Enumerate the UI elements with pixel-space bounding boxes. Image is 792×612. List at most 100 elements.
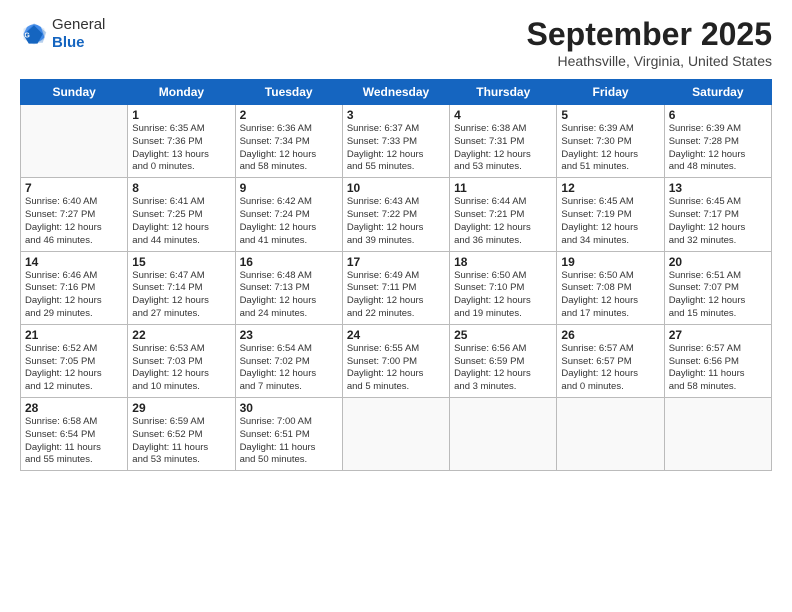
calendar-cell: 4Sunrise: 6:38 AM Sunset: 7:31 PM Daylig… xyxy=(450,105,557,178)
calendar-cell: 11Sunrise: 6:44 AM Sunset: 7:21 PM Dayli… xyxy=(450,178,557,251)
weekday-header: Tuesday xyxy=(235,80,342,105)
day-info: Sunrise: 6:44 AM Sunset: 7:21 PM Dayligh… xyxy=(454,196,552,247)
calendar-cell: 10Sunrise: 6:43 AM Sunset: 7:22 PM Dayli… xyxy=(342,178,449,251)
svg-text:G: G xyxy=(24,33,30,40)
day-number: 13 xyxy=(669,181,767,195)
day-info: Sunrise: 6:38 AM Sunset: 7:31 PM Dayligh… xyxy=(454,123,552,174)
calendar-cell: 30Sunrise: 7:00 AM Sunset: 6:51 PM Dayli… xyxy=(235,398,342,471)
calendar-week-row: 1Sunrise: 6:35 AM Sunset: 7:36 PM Daylig… xyxy=(21,105,772,178)
calendar-cell: 17Sunrise: 6:49 AM Sunset: 7:11 PM Dayli… xyxy=(342,251,449,324)
logo: G General Blue xyxy=(20,16,105,52)
day-info: Sunrise: 6:59 AM Sunset: 6:52 PM Dayligh… xyxy=(132,416,230,467)
calendar-cell: 22Sunrise: 6:53 AM Sunset: 7:03 PM Dayli… xyxy=(128,324,235,397)
calendar-cell: 26Sunrise: 6:57 AM Sunset: 6:57 PM Dayli… xyxy=(557,324,664,397)
day-number: 4 xyxy=(454,108,552,122)
calendar-cell: 19Sunrise: 6:50 AM Sunset: 7:08 PM Dayli… xyxy=(557,251,664,324)
day-info: Sunrise: 6:39 AM Sunset: 7:30 PM Dayligh… xyxy=(561,123,659,174)
day-number: 21 xyxy=(25,328,123,342)
day-number: 20 xyxy=(669,255,767,269)
calendar-cell: 6Sunrise: 6:39 AM Sunset: 7:28 PM Daylig… xyxy=(664,105,771,178)
location: Heathsville, Virginia, United States xyxy=(527,53,772,69)
calendar-cell: 23Sunrise: 6:54 AM Sunset: 7:02 PM Dayli… xyxy=(235,324,342,397)
day-info: Sunrise: 6:47 AM Sunset: 7:14 PM Dayligh… xyxy=(132,270,230,321)
calendar-cell: 28Sunrise: 6:58 AM Sunset: 6:54 PM Dayli… xyxy=(21,398,128,471)
day-info: Sunrise: 7:00 AM Sunset: 6:51 PM Dayligh… xyxy=(240,416,338,467)
day-number: 11 xyxy=(454,181,552,195)
header: G General Blue September 2025 Heathsvill… xyxy=(20,16,772,69)
day-number: 10 xyxy=(347,181,445,195)
day-number: 15 xyxy=(132,255,230,269)
day-number: 18 xyxy=(454,255,552,269)
day-number: 5 xyxy=(561,108,659,122)
day-number: 24 xyxy=(347,328,445,342)
calendar-header-row: SundayMondayTuesdayWednesdayThursdayFrid… xyxy=(21,80,772,105)
weekday-header: Friday xyxy=(557,80,664,105)
calendar-cell: 3Sunrise: 6:37 AM Sunset: 7:33 PM Daylig… xyxy=(342,105,449,178)
calendar-cell: 20Sunrise: 6:51 AM Sunset: 7:07 PM Dayli… xyxy=(664,251,771,324)
weekday-header: Saturday xyxy=(664,80,771,105)
calendar-cell: 16Sunrise: 6:48 AM Sunset: 7:13 PM Dayli… xyxy=(235,251,342,324)
day-info: Sunrise: 6:57 AM Sunset: 6:56 PM Dayligh… xyxy=(669,343,767,394)
day-number: 23 xyxy=(240,328,338,342)
weekday-header: Monday xyxy=(128,80,235,105)
logo-icon: G xyxy=(20,20,48,48)
calendar-table: SundayMondayTuesdayWednesdayThursdayFrid… xyxy=(20,79,772,471)
day-info: Sunrise: 6:49 AM Sunset: 7:11 PM Dayligh… xyxy=(347,270,445,321)
day-number: 1 xyxy=(132,108,230,122)
day-number: 27 xyxy=(669,328,767,342)
month-title: September 2025 xyxy=(527,16,772,53)
day-info: Sunrise: 6:45 AM Sunset: 7:19 PM Dayligh… xyxy=(561,196,659,247)
day-info: Sunrise: 6:50 AM Sunset: 7:10 PM Dayligh… xyxy=(454,270,552,321)
day-info: Sunrise: 6:39 AM Sunset: 7:28 PM Dayligh… xyxy=(669,123,767,174)
day-number: 22 xyxy=(132,328,230,342)
calendar-cell xyxy=(342,398,449,471)
day-number: 12 xyxy=(561,181,659,195)
day-info: Sunrise: 6:41 AM Sunset: 7:25 PM Dayligh… xyxy=(132,196,230,247)
calendar-cell: 8Sunrise: 6:41 AM Sunset: 7:25 PM Daylig… xyxy=(128,178,235,251)
calendar-cell: 12Sunrise: 6:45 AM Sunset: 7:19 PM Dayli… xyxy=(557,178,664,251)
weekday-header: Wednesday xyxy=(342,80,449,105)
day-info: Sunrise: 6:53 AM Sunset: 7:03 PM Dayligh… xyxy=(132,343,230,394)
day-info: Sunrise: 6:57 AM Sunset: 6:57 PM Dayligh… xyxy=(561,343,659,394)
day-number: 8 xyxy=(132,181,230,195)
calendar-cell: 25Sunrise: 6:56 AM Sunset: 6:59 PM Dayli… xyxy=(450,324,557,397)
day-number: 25 xyxy=(454,328,552,342)
calendar-cell xyxy=(450,398,557,471)
day-number: 9 xyxy=(240,181,338,195)
day-number: 2 xyxy=(240,108,338,122)
day-info: Sunrise: 6:42 AM Sunset: 7:24 PM Dayligh… xyxy=(240,196,338,247)
calendar-cell xyxy=(557,398,664,471)
page: G General Blue September 2025 Heathsvill… xyxy=(0,0,792,612)
day-number: 26 xyxy=(561,328,659,342)
calendar-week-row: 28Sunrise: 6:58 AM Sunset: 6:54 PM Dayli… xyxy=(21,398,772,471)
weekday-header: Sunday xyxy=(21,80,128,105)
day-number: 16 xyxy=(240,255,338,269)
calendar-cell: 18Sunrise: 6:50 AM Sunset: 7:10 PM Dayli… xyxy=(450,251,557,324)
calendar-cell: 9Sunrise: 6:42 AM Sunset: 7:24 PM Daylig… xyxy=(235,178,342,251)
calendar-cell: 14Sunrise: 6:46 AM Sunset: 7:16 PM Dayli… xyxy=(21,251,128,324)
day-info: Sunrise: 6:46 AM Sunset: 7:16 PM Dayligh… xyxy=(25,270,123,321)
day-number: 28 xyxy=(25,401,123,415)
day-number: 6 xyxy=(669,108,767,122)
day-info: Sunrise: 6:55 AM Sunset: 7:00 PM Dayligh… xyxy=(347,343,445,394)
day-info: Sunrise: 6:54 AM Sunset: 7:02 PM Dayligh… xyxy=(240,343,338,394)
calendar-cell: 29Sunrise: 6:59 AM Sunset: 6:52 PM Dayli… xyxy=(128,398,235,471)
day-number: 17 xyxy=(347,255,445,269)
day-number: 3 xyxy=(347,108,445,122)
day-info: Sunrise: 6:58 AM Sunset: 6:54 PM Dayligh… xyxy=(25,416,123,467)
calendar-week-row: 21Sunrise: 6:52 AM Sunset: 7:05 PM Dayli… xyxy=(21,324,772,397)
calendar-cell: 15Sunrise: 6:47 AM Sunset: 7:14 PM Dayli… xyxy=(128,251,235,324)
calendar-week-row: 7Sunrise: 6:40 AM Sunset: 7:27 PM Daylig… xyxy=(21,178,772,251)
calendar-cell: 21Sunrise: 6:52 AM Sunset: 7:05 PM Dayli… xyxy=(21,324,128,397)
calendar-week-row: 14Sunrise: 6:46 AM Sunset: 7:16 PM Dayli… xyxy=(21,251,772,324)
logo-text: General Blue xyxy=(52,16,105,52)
day-info: Sunrise: 6:43 AM Sunset: 7:22 PM Dayligh… xyxy=(347,196,445,247)
day-info: Sunrise: 6:35 AM Sunset: 7:36 PM Dayligh… xyxy=(132,123,230,174)
day-info: Sunrise: 6:50 AM Sunset: 7:08 PM Dayligh… xyxy=(561,270,659,321)
day-info: Sunrise: 6:45 AM Sunset: 7:17 PM Dayligh… xyxy=(669,196,767,247)
day-number: 29 xyxy=(132,401,230,415)
day-info: Sunrise: 6:48 AM Sunset: 7:13 PM Dayligh… xyxy=(240,270,338,321)
calendar-cell: 5Sunrise: 6:39 AM Sunset: 7:30 PM Daylig… xyxy=(557,105,664,178)
calendar-cell xyxy=(664,398,771,471)
calendar-cell: 27Sunrise: 6:57 AM Sunset: 6:56 PM Dayli… xyxy=(664,324,771,397)
